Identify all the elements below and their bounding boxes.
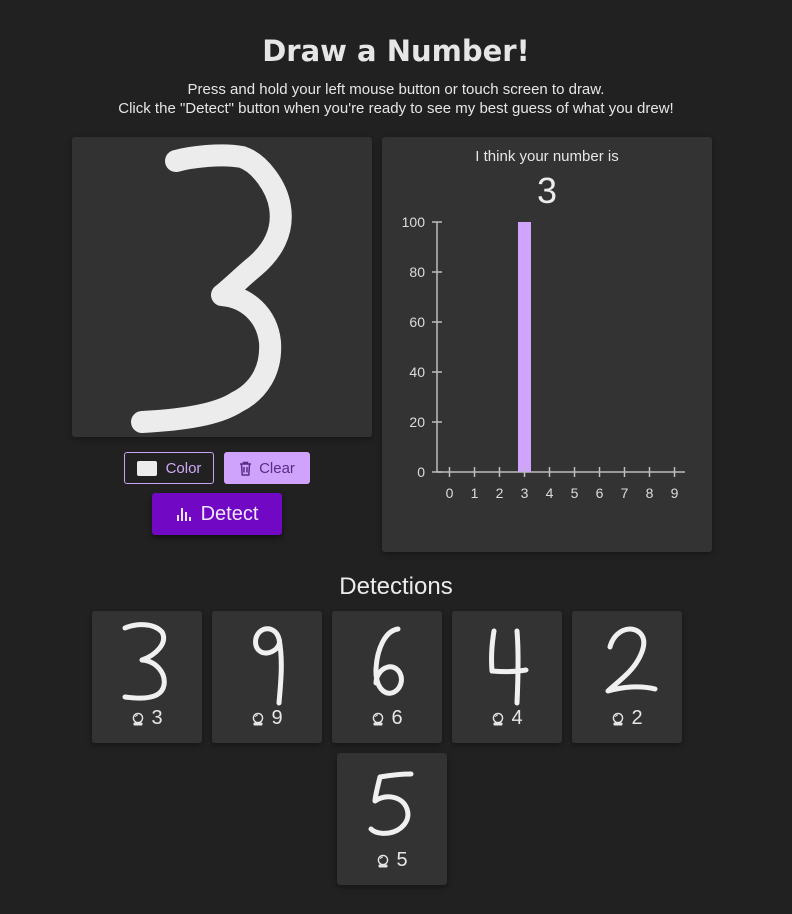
detection-card: 3: [92, 611, 202, 743]
color-swatch: [136, 460, 157, 476]
page-title: Draw a Number!: [262, 34, 530, 68]
crystal-ball-icon: [133, 712, 144, 725]
detection-label: 6: [332, 707, 442, 730]
instruction-line-1: Press and hold your left mouse button or…: [187, 81, 605, 98]
detection-drawing: [122, 622, 167, 701]
clear-button[interactable]: Clear: [224, 452, 310, 484]
x-tick-label-5: 5: [571, 485, 579, 501]
y-tick-label-0: 0: [417, 464, 425, 480]
clear-button-label: Clear: [259, 459, 295, 477]
detections-heading: Detections: [339, 573, 453, 600]
crystal-ball-icon: [493, 712, 504, 725]
detection-drawing: [373, 626, 404, 696]
crystal-ball-icon: [253, 712, 264, 725]
x-tick-label-7: 7: [621, 485, 629, 501]
crystal-ball-icon: [613, 712, 624, 725]
detection-guess: 4: [511, 707, 523, 729]
x-tick-label-0: 0: [446, 485, 454, 501]
crystal-ball-icon: [373, 712, 384, 725]
detection-card: 9: [212, 611, 322, 743]
y-tick-label-4: 80: [409, 264, 425, 280]
x-tick-label-4: 4: [546, 485, 554, 501]
detection-label: 5: [337, 849, 447, 872]
detection-card: 5: [337, 753, 447, 885]
detection-drawing: [605, 626, 658, 694]
detection-card: 6: [332, 611, 442, 743]
detection-label: 4: [452, 707, 562, 730]
x-tick-label-2: 2: [496, 485, 504, 501]
detection-drawing: [253, 626, 284, 706]
detect-button-label: Detect: [200, 502, 259, 525]
y-tick-label-1: 20: [409, 414, 425, 430]
crystal-ball-icon: [378, 854, 389, 867]
detection-label: 3: [92, 707, 202, 730]
drawn-digit-stroke: [131, 144, 292, 433]
x-tick-label-3: 3: [521, 485, 529, 501]
trash-icon: [240, 461, 252, 476]
x-tick-label-1: 1: [471, 485, 479, 501]
detection-guess: 3: [151, 707, 163, 729]
detection-guess: 6: [391, 707, 403, 729]
detection-guess: 5: [396, 849, 408, 871]
probability-chart: 0 20 40 60 80 100 0 1 2 3 4 5 6 7 8 9: [402, 214, 685, 501]
detection-card: 2: [572, 611, 682, 743]
detection-label: 2: [572, 707, 682, 730]
detection-label: 9: [212, 707, 322, 730]
bar-3: [518, 222, 531, 472]
detection-guess: 2: [631, 707, 643, 729]
result-panel: I think your number is 3 0 20 40 60 80 100 0 1 2…: [382, 137, 712, 552]
detect-button[interactable]: Detect: [152, 493, 282, 535]
detection-drawing: [368, 771, 414, 836]
instruction-line-2: Click the "Detect" button when you're re…: [118, 100, 674, 117]
x-tick-label-8: 8: [646, 485, 654, 501]
drawing-canvas[interactable]: [72, 137, 372, 437]
detection-drawing: [489, 628, 529, 706]
bar-chart-icon: [176, 508, 191, 521]
y-tick-label-5: 100: [402, 214, 426, 230]
color-button[interactable]: Color: [124, 452, 214, 484]
detection-guess: 9: [271, 707, 283, 729]
x-tick-label-9: 9: [671, 485, 679, 501]
y-tick-label-2: 40: [409, 364, 425, 380]
detection-card: 4: [452, 611, 562, 743]
color-button-label: Color: [165, 459, 202, 477]
y-tick-label-3: 60: [409, 314, 425, 330]
x-tick-label-6: 6: [596, 485, 604, 501]
